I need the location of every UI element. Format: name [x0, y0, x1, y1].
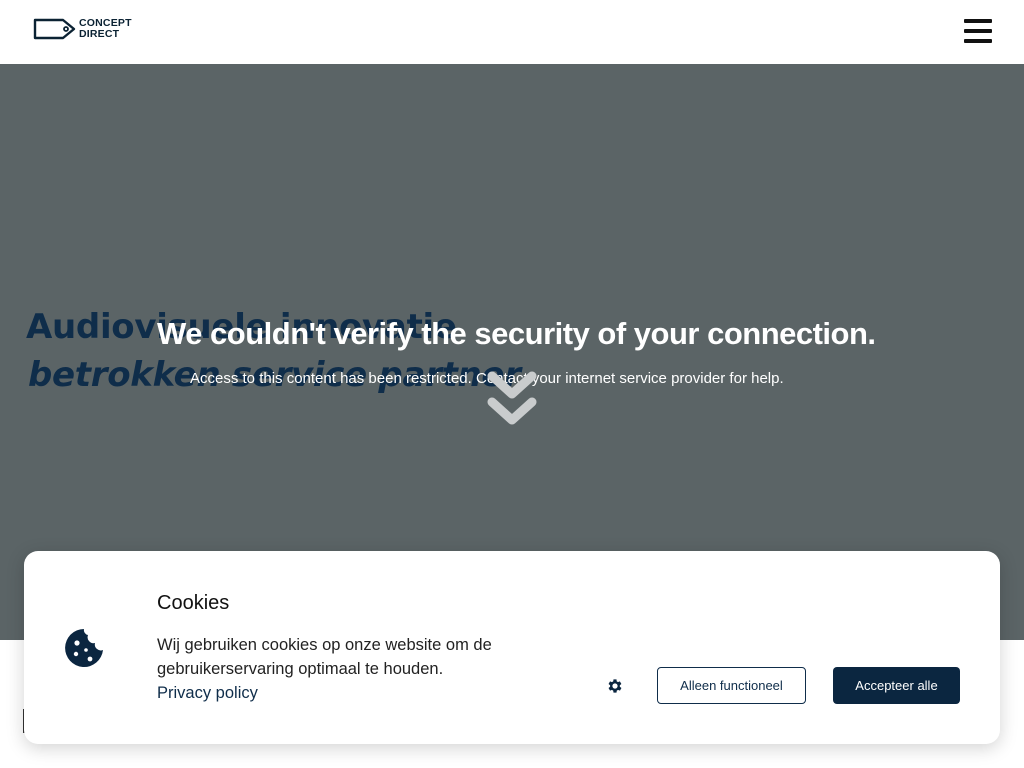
cookie-title: Cookies [157, 592, 230, 614]
privacy-policy-link[interactable]: Privacy policy [157, 681, 258, 705]
logo-line-direct: DIRECT [79, 28, 120, 40]
functional-only-button[interactable]: Alleen functioneel [657, 667, 806, 704]
double-chevron-down-icon[interactable] [486, 368, 538, 432]
tag-logo-icon [33, 18, 76, 40]
security-error-title: We couldn't verify the security of your … [157, 316, 876, 351]
hamburger-menu-icon[interactable] [964, 19, 992, 45]
cookie-text: Wij gebruiken cookies op onze website om… [157, 636, 492, 678]
site-header: CONCEPT DIRECT [0, 0, 1024, 64]
logo-text: CONCEPT DIRECT [79, 18, 132, 40]
logo[interactable]: CONCEPT DIRECT [33, 17, 132, 41]
gear-icon[interactable] [606, 677, 624, 695]
cookie-banner: Cookies Wij gebruiken cookies op onze we… [24, 551, 1000, 744]
cookie-icon [65, 629, 103, 667]
accept-all-button[interactable]: Accepteer alle [833, 667, 960, 704]
